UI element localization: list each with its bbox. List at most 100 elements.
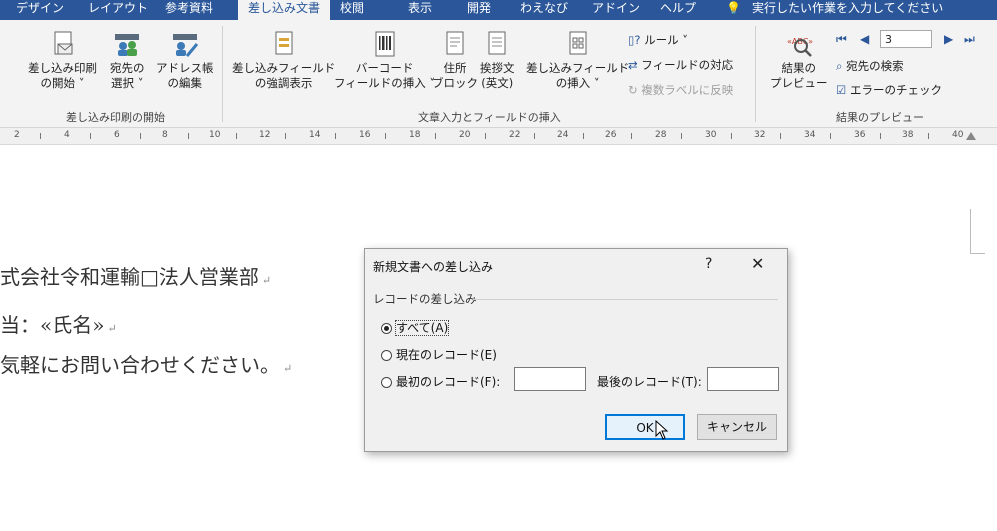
greeting-line-icon	[488, 31, 506, 55]
tab-waenavi[interactable]: わえなび	[520, 0, 568, 20]
horizontal-ruler[interactable]: 2 4 6 8 10 12 14 16 18 20 22 24 26 28 30…	[0, 128, 997, 145]
ruler-tick	[928, 133, 929, 139]
ruler-number: 14	[309, 130, 321, 140]
ruler-tick	[631, 133, 632, 139]
ruler-number: 36	[854, 130, 866, 140]
group-divider	[473, 299, 778, 300]
radio-unselected-icon	[381, 350, 392, 361]
preview-abc-icon: «ABC»	[787, 37, 813, 57]
rules-button[interactable]: ▯? ルール ˅	[628, 32, 688, 48]
tab-view[interactable]: 表示	[408, 0, 432, 20]
update-labels-icon: ↻	[628, 83, 638, 97]
ok-button[interactable]: OK	[605, 414, 685, 440]
highlight-merge-fields-button[interactable]: 差し込みフィールド の強調表示	[232, 30, 335, 91]
ruler-tick	[830, 133, 831, 139]
paragraph-mark-icon: ↵	[261, 274, 272, 287]
find-icon: ⌕	[836, 59, 843, 73]
select-recipients-button[interactable]: 宛先の 選択 ˅	[110, 30, 145, 91]
find-recipient-button[interactable]: ⌕ 宛先の検索	[836, 58, 904, 74]
first-record-icon[interactable]: ⏮	[836, 32, 847, 47]
ruler-number: 28	[655, 130, 667, 140]
ribbon-tab-bar: デザイン レイアウト 参考資料 差し込み文書 校閲 表示 開発 わえなび アドイ…	[0, 0, 997, 22]
ruler-number: 10	[209, 130, 221, 140]
ruler-number: 18	[409, 130, 421, 140]
cancel-button[interactable]: キャンセル	[697, 414, 777, 440]
svg-text:«ABC»: «ABC»	[787, 37, 813, 46]
close-button[interactable]: ✕	[751, 254, 764, 273]
ruler-number: 24	[557, 130, 569, 140]
ruler-tick	[583, 133, 584, 139]
ruler-tick	[236, 133, 237, 139]
barcode-icon	[375, 31, 395, 57]
ruler-tick	[90, 133, 91, 139]
paragraph-mark-icon: ↵	[107, 322, 117, 335]
tell-me-box[interactable]: 実行したい作業を入力してください	[752, 0, 943, 20]
check-errors-button[interactable]: ☑ エラーのチェック	[836, 82, 942, 98]
insert-field-icon	[569, 31, 587, 55]
last-record-input[interactable]	[707, 367, 779, 391]
indent-marker-icon[interactable]	[966, 132, 976, 140]
tab-layout[interactable]: レイアウト	[88, 0, 148, 20]
ruler-number: 26	[605, 130, 617, 140]
ruler-tick	[435, 133, 436, 139]
insert-barcode-field-button[interactable]: バーコード フィールドの挿入 ˅	[334, 30, 435, 91]
ruler-number: 2	[14, 130, 20, 140]
ruler-tick	[140, 133, 141, 139]
ruler-tick	[188, 133, 189, 139]
next-record-icon[interactable]: ▶	[944, 32, 953, 46]
tab-addins[interactable]: アドイン	[592, 0, 640, 20]
record-number-field[interactable]: 3	[880, 30, 932, 48]
doc-line-contact: 当：«氏名» ↵	[0, 313, 117, 337]
greeting-line-button[interactable]: 挨拶文 (英文)	[480, 30, 515, 91]
ruler-number: 30	[705, 130, 717, 140]
ruler-number: 38	[902, 130, 914, 140]
radio-unselected-icon	[381, 377, 392, 388]
start-mail-merge-button[interactable]: 差し込み印刷 の開始 ˅	[28, 30, 97, 91]
ruler-number: 40	[952, 130, 964, 140]
first-record-input[interactable]	[514, 367, 586, 391]
edit-recipient-list-button[interactable]: アドレス帳 の編集	[156, 30, 214, 91]
update-labels-button[interactable]: ↻ 複数ラベルに反映	[628, 82, 733, 98]
ruler-number: 12	[259, 130, 271, 140]
lightbulb-icon: 💡	[726, 1, 741, 15]
ruler-number: 6	[114, 130, 120, 140]
merge-records-group-label: レコードの差し込み	[373, 292, 477, 306]
ruler-tick	[385, 133, 386, 139]
check-errors-icon: ☑	[836, 83, 847, 97]
ruler-number: 32	[754, 130, 766, 140]
match-fields-button[interactable]: ⇄ フィールドの対応	[628, 57, 733, 73]
help-button[interactable]: ?	[705, 256, 712, 272]
ruler-tick	[534, 133, 535, 139]
dialog-title: 新規文書への差し込み	[373, 260, 494, 274]
ruler-number: 22	[509, 130, 521, 140]
ruler-tick	[780, 133, 781, 139]
tab-help[interactable]: ヘルプ	[660, 0, 696, 20]
tab-design[interactable]: デザイン	[16, 0, 64, 20]
radio-current-record[interactable]: 現在のレコード(E)	[381, 346, 497, 363]
address-block-icon	[446, 31, 464, 55]
ruler-number: 8	[162, 130, 168, 140]
address-block-button[interactable]: 住所 ブロック	[432, 30, 478, 91]
previous-record-icon[interactable]: ◀	[860, 32, 869, 46]
doc-line-company: 式会社令和運輸□法人営業部 ↵	[0, 265, 272, 289]
edit-recipients-icon	[172, 34, 198, 57]
radio-selected-icon	[381, 323, 392, 334]
highlight-fields-icon	[275, 31, 293, 55]
ruler-number: 4	[64, 130, 70, 140]
tab-review[interactable]: 校閲	[340, 0, 364, 20]
preview-results-button[interactable]: «ABC» 結果の プレビュー	[770, 30, 828, 91]
last-record-icon[interactable]: ⏭	[964, 32, 975, 47]
tab-references[interactable]: 参考資料	[165, 0, 213, 20]
tab-mailings[interactable]: 差し込み文書	[238, 0, 331, 22]
tab-developer[interactable]: 開発	[467, 0, 491, 20]
radio-from-record[interactable]: 最初のレコード(F):	[381, 373, 500, 390]
document-mail-icon	[54, 31, 72, 55]
group-label-write: 文章入力とフィールドの挿入	[418, 111, 561, 124]
radio-all[interactable]: すべて(A)	[381, 319, 450, 336]
ruler-tick	[40, 133, 41, 139]
last-record-label: 最後のレコード(T):	[597, 375, 702, 389]
insert-merge-field-button[interactable]: 差し込みフィールド の挿入 ˅	[526, 30, 629, 91]
group-label-start: 差し込み印刷の開始	[66, 111, 165, 124]
ruler-tick	[731, 133, 732, 139]
paragraph-mark-icon: ↵	[283, 362, 293, 375]
